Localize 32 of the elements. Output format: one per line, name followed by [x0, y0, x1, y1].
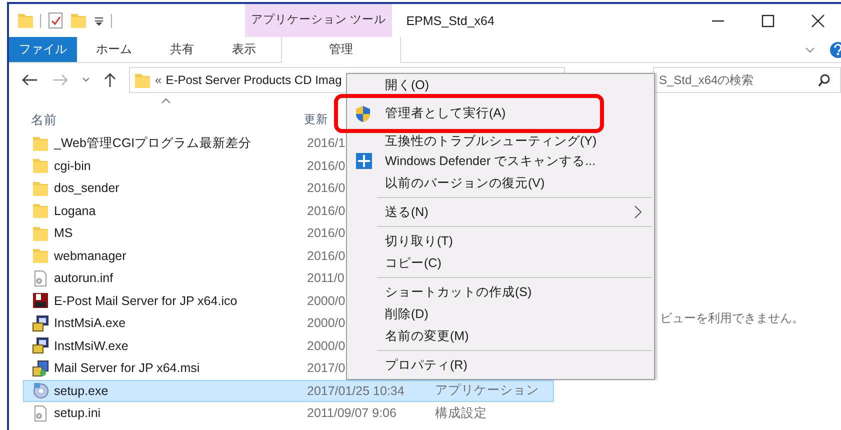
modified-date: 2016/0	[307, 204, 346, 218]
modified-date: 2016/0	[307, 248, 346, 263]
file-name: Mail Server for JP x64.msi	[54, 361, 200, 376]
modified-date: 2011/09/07 9:06	[307, 406, 396, 420]
file-name: InstMsiA.exe	[54, 316, 126, 330]
modified-date: 2000/0	[307, 294, 346, 308]
modified-date: 2017/01/25 10:34	[307, 384, 404, 398]
file-name: MS	[54, 226, 73, 240]
modified-date: 2000/0	[307, 338, 346, 353]
modified-date: 2017/0	[307, 361, 346, 376]
modified-date: 2016/0	[307, 226, 346, 240]
file-name: dos_sender	[54, 181, 120, 196]
file-name: _Web管理CGIプログラム最新差分	[54, 134, 252, 152]
file-name: E-Post Mail Server for JP x64.ico	[54, 294, 238, 308]
file-name: setup.exe	[54, 384, 108, 398]
file-type: アプリケーション	[435, 382, 539, 400]
file-name: setup.ini	[54, 406, 101, 420]
file-name: webmanager	[54, 248, 126, 263]
file-name: autorun.inf	[54, 271, 114, 286]
modified-date: 2016/0	[307, 158, 346, 173]
file-type: 構成設定	[435, 404, 487, 422]
modified-date: 2000/0	[307, 316, 346, 330]
file-name: cgi-bin	[54, 158, 91, 173]
header-label: 名前	[31, 113, 57, 127]
file-name: Logana	[54, 204, 96, 218]
contextual-tab-group: アプリケーション ツール	[245, 4, 392, 37]
modified-date: 2011/0	[307, 271, 344, 286]
file-name: InstMsiW.exe	[54, 338, 128, 353]
window-title: EPMS_Std_x64	[406, 14, 496, 28]
modified-date: 2016/0	[307, 181, 346, 196]
preview-message: ビューを利用できません。	[660, 311, 804, 325]
modified-date: 2016/1	[307, 136, 346, 150]
